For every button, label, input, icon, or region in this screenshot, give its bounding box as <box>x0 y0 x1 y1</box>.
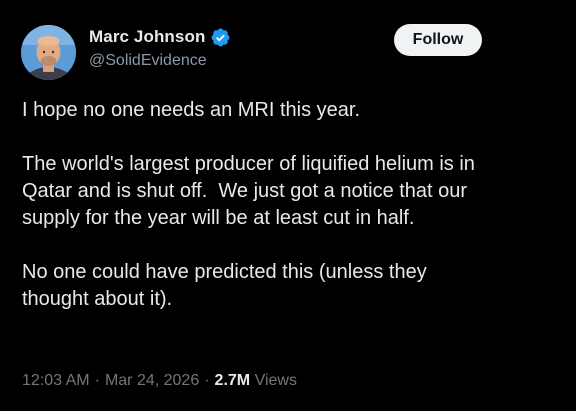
author-handle[interactable]: @SolidEvidence <box>89 52 231 70</box>
avatar[interactable] <box>21 25 76 80</box>
views-label: Views <box>254 372 297 389</box>
author-display-name[interactable]: Marc Johnson <box>89 27 205 47</box>
author-info: Marc Johnson @SolidEvidence <box>89 24 231 70</box>
tweet-card: Marc Johnson @SolidEvidence Follow I hop… <box>0 0 576 411</box>
views-count: 2.7M <box>214 372 251 389</box>
name-row: Marc Johnson <box>89 24 231 50</box>
tweet-paragraph: I hope no one needs an MRI this year. <box>22 99 360 121</box>
tweet-text: I hope no one needs an MRI this year. Th… <box>22 97 562 340</box>
tweet-paragraph: No one could have predicted this (unless… <box>22 261 427 310</box>
tweet-paragraph: The world's largest producer of liquifie… <box>22 153 475 229</box>
verified-badge-icon <box>210 27 231 48</box>
follow-button[interactable]: Follow <box>394 24 482 56</box>
meta-separator: · <box>204 372 210 389</box>
meta-separator: · <box>94 372 100 389</box>
avatar-image <box>21 25 76 80</box>
tweet-time[interactable]: 12:03 AM <box>22 372 90 390</box>
tweet-date[interactable]: Mar 24, 2026 <box>105 372 199 390</box>
tweet-meta: 12:03 AM · Mar 24, 2026 · 2.7M Views <box>22 372 297 390</box>
